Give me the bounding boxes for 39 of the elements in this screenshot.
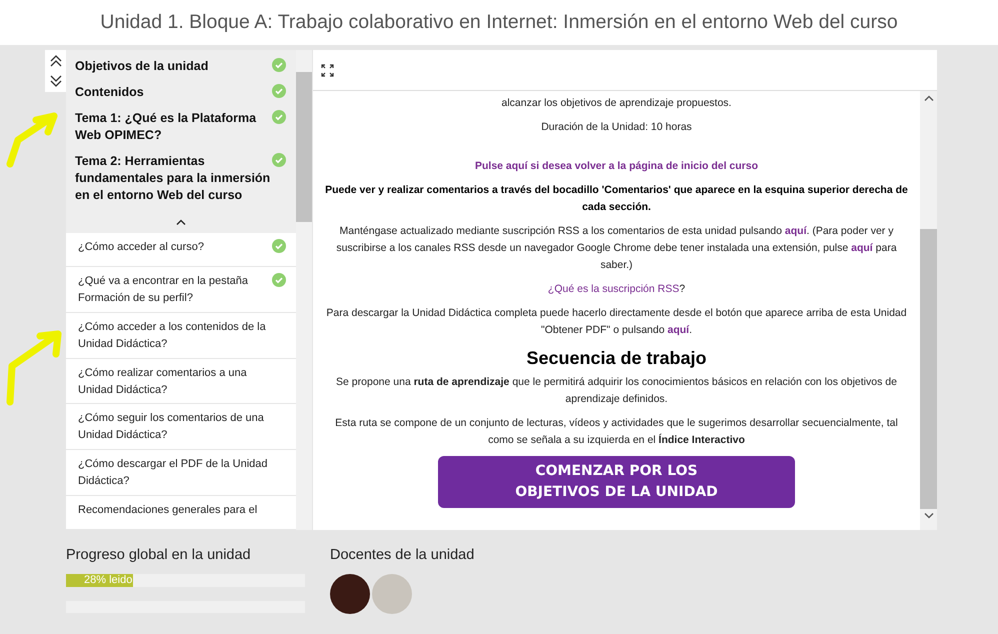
paragraph: Para descargar la Unidad Didáctica completa puede hacerlo directamente desde el botón que aparece arriba de esta Unidad "Obtener PDF" o pulsando aquí. bbox=[325, 306, 908, 338]
double-chevron-down-icon bbox=[50, 74, 62, 88]
chevron-up-icon bbox=[176, 219, 186, 225]
start-button[interactable]: COMENZAR POR LOS OBJETIVOS DE LA UNIDAD bbox=[438, 456, 795, 508]
paragraph: Manténgase actualizado mediante suscripción RSS a los comentarios de esta unidad pulsando aquí. (Para poder ver y suscribirse a los canales RSS desde un navegador Google Chrome debe tener instalada una extensión, pulse aquí para saber.) bbox=[335, 224, 898, 273]
page-title: Unidad 1. Bloque A: Trabajo colaborativo en Internet: Inmersión en el entorno Web del curso bbox=[100, 11, 898, 34]
check-icon bbox=[272, 153, 286, 167]
scroll-up-icon bbox=[924, 95, 934, 101]
check-icon bbox=[272, 273, 286, 287]
index-section[interactable]: Contenidos bbox=[66, 82, 296, 108]
text-link[interactable]: Pulse aquí si desea volver a la página de inicio del curso bbox=[474, 160, 758, 172]
check-icon bbox=[272, 58, 286, 72]
paragraph: alcanzar los objetivos de aprendizaje propuestos. bbox=[500, 96, 732, 111]
text-link[interactable]: aquí bbox=[668, 324, 690, 336]
scroll-down-icon bbox=[924, 513, 934, 519]
index-section[interactable]: Objetivos de la unidad bbox=[66, 56, 296, 82]
check-icon bbox=[272, 239, 286, 253]
text-link[interactable]: ¿Qué es la suscripción RSS bbox=[548, 283, 680, 295]
index-section[interactable]: Tema 2: Herramientas fundamentales para la inmersión en el entorno Web del curso bbox=[66, 151, 296, 211]
paragraph: ¿Qué es la suscripción RSS? bbox=[546, 282, 686, 297]
progress-label: 28% leido bbox=[84, 574, 132, 587]
progress-title: Progreso global en la unidad bbox=[66, 546, 252, 564]
double-chevron-up-icon bbox=[50, 54, 62, 68]
text-link[interactable]: aquí bbox=[784, 225, 806, 237]
index-item[interactable]: ¿Cómo realizar comentarios a una Unidad Didáctica? bbox=[66, 358, 296, 404]
paragraph: Esta ruta se compone de un conjunto de lecturas, vídeos y actividades que le sugerimos desarrollar secuencialmente, tal como se señala a su izquierda en el Índice Interactivo bbox=[334, 416, 899, 448]
check-icon bbox=[272, 84, 286, 98]
index-section[interactable]: Tema 1: ¿Qué es la Plataforma Web OPIMEC? bbox=[66, 108, 296, 151]
teachers-title: Docentes de la unidad bbox=[330, 546, 476, 564]
paragraph: Puede ver y realizar comentarios a través del bocadillo 'Comentarios' que aparece en la esquina superior derecha de cada sección. bbox=[325, 183, 908, 215]
paragraph: Duración de la Unidad: 10 horas bbox=[540, 120, 693, 135]
avatar-placeholder[interactable] bbox=[330, 574, 370, 614]
scrollbar[interactable] bbox=[296, 50, 312, 530]
paragraph: Se propone una ruta de aprendizaje que le permitirá adquirir los conocimientos básicos en relación con los objetivos de aprendizaje definidos. bbox=[335, 375, 898, 407]
fullscreen-icon[interactable] bbox=[321, 64, 334, 76]
scrollbar[interactable] bbox=[920, 91, 937, 530]
section-heading: Secuencia de trabajo bbox=[525, 347, 708, 370]
check-icon bbox=[272, 110, 286, 124]
text-link[interactable]: aquí bbox=[851, 242, 873, 254]
